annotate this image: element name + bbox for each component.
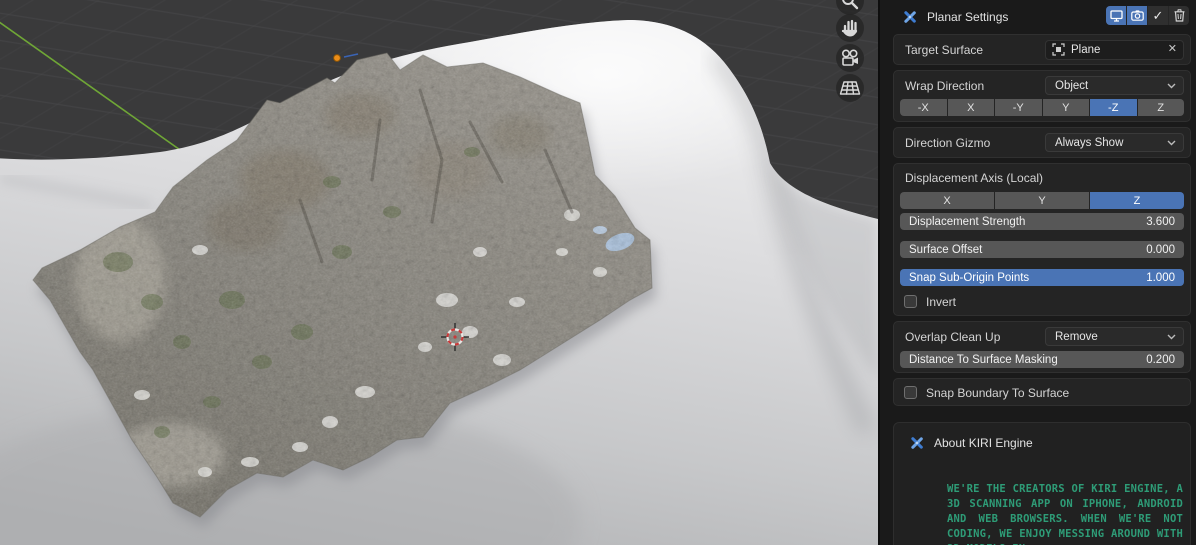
3d-viewport[interactable] <box>0 0 878 545</box>
camera-icon <box>1131 10 1144 21</box>
wrap-direction-box: Wrap Direction Object -X X -Y Y -Z Z <box>893 70 1191 122</box>
disp-axis-button-y[interactable]: Y <box>995 192 1089 209</box>
apply-button[interactable]: ✓ <box>1147 6 1168 25</box>
overlap-cleanup-value: Remove <box>1055 331 1167 343</box>
displacement-box: Displacement Axis (Local) X Y Z Displace… <box>893 163 1191 316</box>
displacement-strength-slider[interactable]: Displacement Strength 3.600 <box>900 213 1184 230</box>
direction-gizmo-box: Direction Gizmo Always Show <box>893 127 1191 158</box>
header-icon-group: ✓ <box>1106 6 1189 25</box>
panel-title: Planar Settings <box>927 10 1008 24</box>
snap-boundary-checkbox[interactable] <box>904 386 917 399</box>
delete-button[interactable] <box>1168 6 1189 25</box>
direction-gizmo-value: Always Show <box>1055 137 1167 149</box>
snap-boundary-box: Snap Boundary To Surface <box>893 378 1191 406</box>
wrap-axis-button-z[interactable]: Z <box>1138 99 1185 116</box>
disp-axis-button-x[interactable]: X <box>900 192 994 209</box>
panel-planar-settings: Planar Settings <box>878 0 1196 545</box>
pan-icon[interactable] <box>836 14 864 42</box>
chevron-down-icon <box>1167 140 1176 146</box>
target-surface-value: Plane <box>1071 44 1162 56</box>
wrap-axis-group: -X X -Y Y -Z Z <box>900 99 1184 116</box>
snapshot-button[interactable] <box>1126 6 1147 25</box>
toggle-grid-icon[interactable] <box>836 74 864 102</box>
surface-offset-value: 0.000 <box>1146 244 1175 256</box>
display-mode-button[interactable] <box>1106 6 1126 25</box>
wrap-axis-button-neg-y[interactable]: -Y <box>995 99 1042 116</box>
trash-icon <box>1174 9 1185 22</box>
monitor-icon <box>1110 10 1123 22</box>
overlap-cleanup-dropdown[interactable]: Remove <box>1045 327 1184 346</box>
snap-sub-origin-slider[interactable]: Snap Sub-Origin Points 1.000 <box>900 269 1184 286</box>
about-header[interactable]: About KIRI Engine <box>900 431 1184 455</box>
surface-offset-slider[interactable]: Surface Offset 0.000 <box>900 241 1184 258</box>
wrap-axis-button-neg-z[interactable]: -Z <box>1090 99 1137 116</box>
distance-masking-value: 0.200 <box>1146 354 1175 366</box>
chevron-down-icon <box>1167 83 1176 89</box>
wrap-direction-dropdown[interactable]: Object <box>1045 76 1184 95</box>
wrap-direction-value: Object <box>1055 80 1167 92</box>
overlap-cleanup-label: Overlap Clean Up <box>900 330 1045 344</box>
invert-checkbox[interactable] <box>904 295 917 308</box>
target-surface-box: Target Surface Plane ✕ <box>893 34 1191 65</box>
clear-target-button[interactable]: ✕ <box>1168 44 1177 55</box>
displacement-strength-value: 3.600 <box>1146 216 1175 228</box>
target-surface-field[interactable]: Plane ✕ <box>1045 40 1184 60</box>
snap-boundary-label: Snap Boundary To Surface <box>926 386 1069 400</box>
wrap-axis-button-y[interactable]: Y <box>1043 99 1090 116</box>
blender-window: Planar Settings <box>0 0 1196 545</box>
overlap-cleanup-box: Overlap Clean Up Remove Distance To Surf… <box>893 321 1191 373</box>
target-surface-label: Target Surface <box>900 43 1045 57</box>
chevron-down-icon <box>1167 334 1176 340</box>
snap-sub-origin-value: 1.000 <box>1146 272 1175 284</box>
wrap-axis-button-x[interactable]: X <box>948 99 995 116</box>
disp-axis-button-z[interactable]: Z <box>1090 192 1184 209</box>
planar-settings-header[interactable]: Planar Settings <box>893 5 1191 29</box>
check-icon: ✓ <box>1153 9 1164 22</box>
kiri-icon <box>902 9 918 25</box>
kiri-icon <box>909 435 925 451</box>
about-title: About KIRI Engine <box>934 436 1033 450</box>
object-data-icon <box>1052 43 1065 56</box>
wrap-axis-button-neg-x[interactable]: -X <box>900 99 947 116</box>
direction-gizmo-dropdown[interactable]: Always Show <box>1045 133 1184 152</box>
displacement-axis-label: Displacement Axis (Local) <box>900 168 1184 189</box>
direction-gizmo-label: Direction Gizmo <box>900 136 1045 150</box>
about-panel: About KIRI Engine WE'RE THE CREATORS OF … <box>893 422 1191 545</box>
camera-view-icon[interactable] <box>836 44 864 72</box>
distance-masking-slider[interactable]: Distance To Surface Masking 0.200 <box>900 351 1184 368</box>
about-body: WE'RE THE CREATORS OF KIRI ENGINE, A 3D … <box>947 482 1183 545</box>
displacement-axis-group: X Y Z <box>900 192 1184 209</box>
wrap-direction-label: Wrap Direction <box>900 79 1045 93</box>
viewport-canvas <box>0 0 878 545</box>
invert-label: Invert <box>926 295 956 309</box>
